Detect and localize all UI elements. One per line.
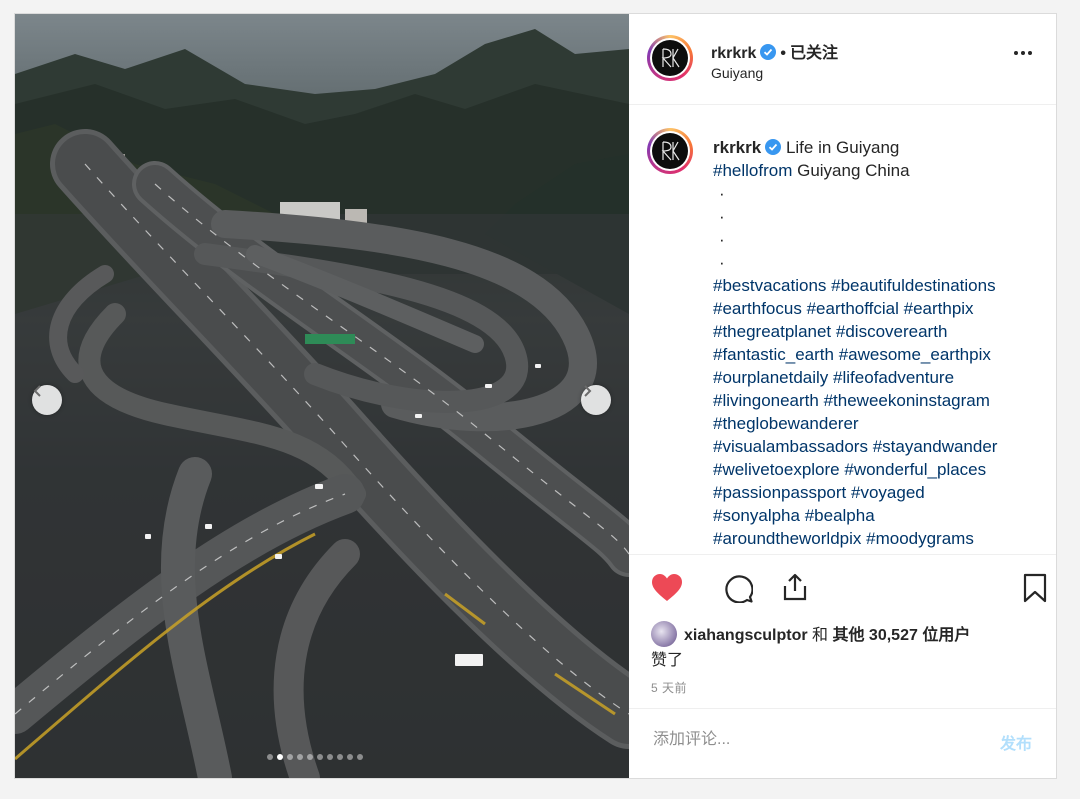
author-username[interactable]: rkrkrk — [711, 45, 756, 62]
author-line: rkrkrk • 已关注 — [711, 39, 838, 63]
hashtag-link[interactable]: #wonderful_places — [844, 460, 986, 479]
hashtag-link[interactable]: #stayandwander — [873, 437, 998, 456]
carousel-dot — [327, 754, 333, 760]
post-actions: xiahangsculptor 和 其他 30,527 位用户 赞了 5 天前 — [629, 554, 1056, 709]
verified-badge-icon — [760, 44, 777, 60]
hashtag-line: #thegreatplanet #discoverearth — [713, 320, 1049, 343]
hashtag-link[interactable]: #awesome_earthpix — [839, 345, 991, 364]
post-header: rkrkrk • 已关注 Guiyang — [629, 14, 1056, 105]
chevron-left-icon — [33, 385, 41, 397]
hashtag-link[interactable]: #earthpix — [904, 299, 974, 318]
caption-username[interactable]: rkrkrk — [713, 138, 761, 157]
post-sidebar: rkrkrk • 已关注 Guiyang rkrkrk Life in Guiyan… — [629, 14, 1056, 778]
carousel-dot — [357, 754, 363, 760]
carousel-indicator — [267, 754, 363, 760]
post-caption: rkrkrk Life in Guiyang #hellofrom Guiyan… — [629, 104, 1056, 554]
hashtag-line: #theglobewanderer — [713, 412, 1049, 435]
carousel-dot — [317, 754, 323, 760]
caption-dot: · — [719, 230, 725, 249]
post-comment-button[interactable]: 发布 — [1000, 730, 1032, 754]
rk-monogram-logo — [661, 141, 680, 161]
follow-status-button[interactable]: 已关注 — [790, 45, 838, 62]
liker-username[interactable]: xiahangsculptor — [684, 627, 808, 644]
hashtag-link[interactable]: #welivetoexplore — [713, 460, 840, 479]
comment-box: 发布 — [629, 708, 1056, 779]
hashtag-link[interactable]: #sonyalpha — [713, 506, 800, 525]
hashtag-link[interactable]: #lifeofadventure — [833, 368, 954, 387]
hashtag-link[interactable]: #visualambassadors — [713, 437, 868, 456]
hashtag-link[interactable]: #bealpha — [805, 506, 875, 525]
rk-monogram-logo — [661, 48, 680, 68]
heart-filled-icon[interactable] — [651, 573, 683, 603]
carousel-dot — [297, 754, 303, 760]
more-dot — [1021, 51, 1025, 55]
hashtag-link[interactable]: #theglobewanderer — [713, 414, 859, 433]
hashtag-link[interactable]: #discoverearth — [836, 322, 948, 341]
more-dot — [1028, 51, 1032, 55]
hashtag-link[interactable]: #fantastic_earth — [713, 345, 834, 364]
likes-and-text: 和 — [807, 627, 833, 644]
comment-bubble-icon[interactable] — [723, 573, 753, 603]
hashtag-link[interactable]: #aroundtheworldpix — [713, 529, 861, 548]
caption-dot: · — [719, 184, 725, 203]
carousel-dot — [287, 754, 293, 760]
caption-location-text: Guiyang China — [792, 161, 910, 180]
carousel-dot — [337, 754, 343, 760]
verified-badge-icon — [765, 139, 782, 155]
carousel-next-button[interactable] — [581, 385, 611, 415]
hashtag-line: #passionpassport #voyaged — [713, 481, 1049, 504]
caption-dot: · — [719, 253, 725, 272]
more-horizontal-icon — [1014, 51, 1018, 55]
carousel-prev-button[interactable] — [32, 385, 62, 415]
caption-headline: Life in Guiyang — [785, 138, 900, 157]
instagram-post: rkrkrk • 已关注 Guiyang rkrkrk Life in Guiyan… — [14, 13, 1057, 779]
hashtag-link[interactable]: #passionpassport — [713, 483, 846, 502]
carousel-dot — [347, 754, 353, 760]
hashtag-line: #sonyalpha #bealpha — [713, 504, 1049, 527]
chevron-right-icon — [584, 385, 592, 397]
likes-summary: xiahangsculptor 和 其他 30,527 位用户 赞了 — [651, 621, 1041, 673]
hashtag-link[interactable]: #thegreatplanet — [713, 322, 831, 341]
carousel-dot — [267, 754, 273, 760]
location-link[interactable]: Guiyang — [711, 65, 763, 81]
hashtag-link[interactable]: #beautifuldestinations — [831, 276, 995, 295]
hashtag-line: #welivetoexplore #wonderful_places — [713, 458, 1049, 481]
caption-first-line: rkrkrk Life in Guiyang — [713, 136, 1049, 159]
caption-second-line: #hellofrom Guiyang China — [713, 159, 1049, 182]
hashtag-line: #aroundtheworldpix #moodygrams — [713, 527, 1049, 550]
carousel-dot — [277, 754, 283, 760]
caption-dot: · — [719, 207, 725, 226]
hashtag-line: #bestvacations #beautifuldestinations — [713, 274, 1049, 297]
hashtag-link[interactable]: #bestvacations — [713, 276, 826, 295]
more-options-button[interactable] — [1014, 51, 1032, 55]
share-upload-icon[interactable] — [780, 572, 810, 602]
header-separator: • — [780, 45, 786, 62]
carousel-dot — [307, 754, 313, 760]
post-timestamp[interactable]: 5 天前 — [651, 679, 687, 696]
likes-others-count[interactable]: 其他 30,527 位用户 — [832, 627, 970, 644]
hashtag-link[interactable]: #voyaged — [851, 483, 925, 502]
hashtag-link[interactable]: #hellofrom — [713, 161, 792, 180]
post-photo-carousel[interactable] — [15, 14, 629, 778]
author-avatar[interactable] — [647, 35, 693, 81]
likes-suffix: 赞了 — [651, 652, 684, 669]
hashtag-link[interactable]: #moodygrams — [866, 529, 974, 548]
highway-interchange-photo — [15, 14, 629, 778]
hashtag-line: #visualambassadors #stayandwander — [713, 435, 1049, 458]
caption-author-avatar[interactable] — [647, 128, 693, 174]
hashtag-line: #livingonearth #theweekoninstagram — [713, 389, 1049, 412]
hashtag-link[interactable]: #ourplanetdaily — [713, 368, 828, 387]
hashtag-link[interactable]: #livingonearth — [713, 391, 819, 410]
caption-text: rkrkrk Life in Guiyang #hellofrom Guiyan… — [713, 136, 1049, 550]
hashtag-link[interactable]: #earthfocus — [713, 299, 802, 318]
liker-avatar[interactable] — [651, 621, 677, 647]
hashtag-line: #fantastic_earth #awesome_earthpix — [713, 343, 1049, 366]
comment-input[interactable] — [651, 727, 975, 753]
hashtag-link[interactable]: #earthoffcial — [807, 299, 899, 318]
hashtag-link[interactable]: #theweekoninstagram — [824, 391, 990, 410]
hashtag-line: #earthfocus #earthoffcial #earthpix — [713, 297, 1049, 320]
hashtag-list: #bestvacations #beautifuldestinations #ea… — [713, 274, 1049, 550]
hashtag-line: #ourplanetdaily #lifeofadventure — [713, 366, 1049, 389]
bookmark-icon[interactable] — [1023, 573, 1047, 603]
